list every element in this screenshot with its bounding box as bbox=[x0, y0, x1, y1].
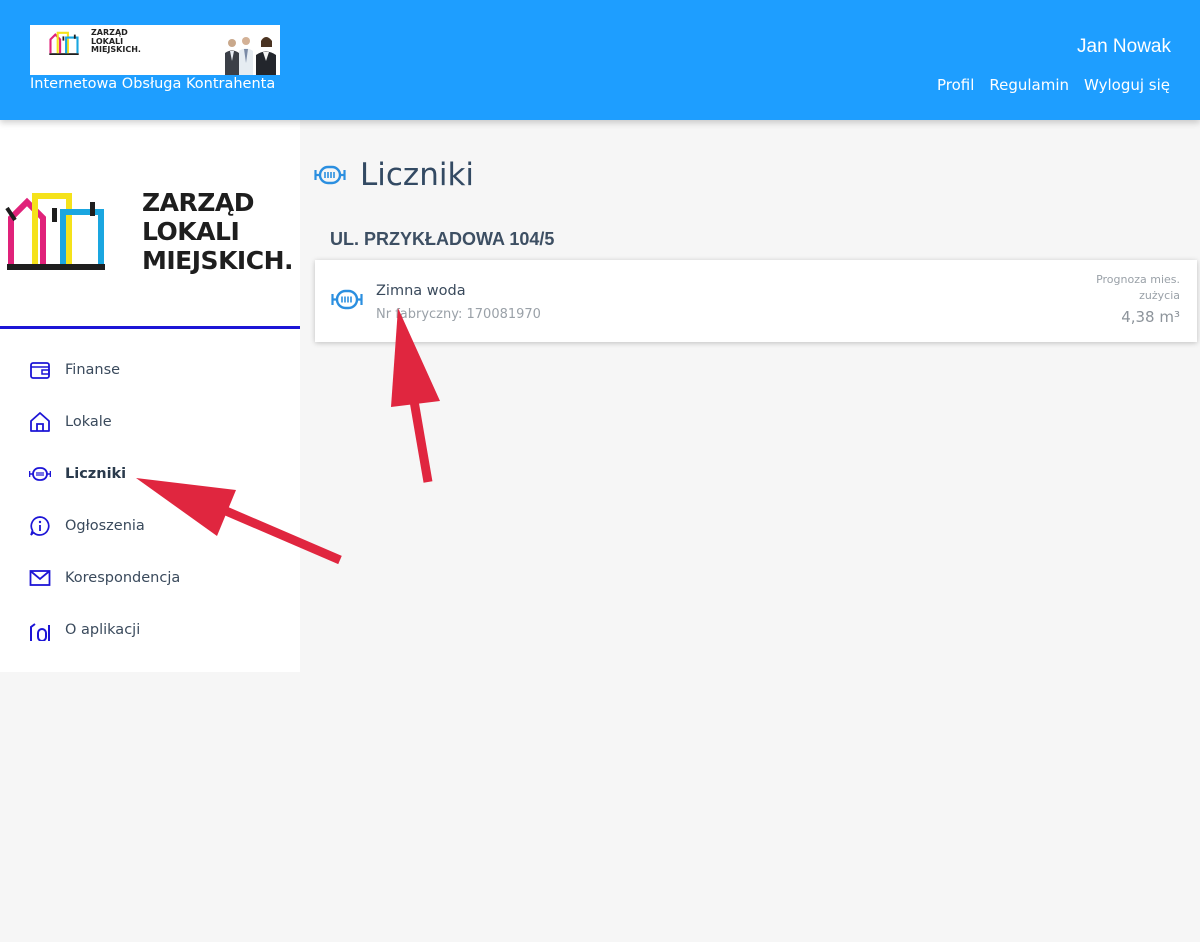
business-people-image bbox=[225, 37, 276, 75]
banner-brand-text: ZARZĄD LOKALI MIEJSKICH. bbox=[91, 28, 141, 54]
sidebar-divider bbox=[0, 326, 300, 329]
page-title: Liczniki bbox=[360, 157, 475, 193]
page-header: Liczniki bbox=[314, 155, 474, 195]
sidebar-item-finanse[interactable]: Finanse bbox=[28, 358, 120, 382]
envelope-icon bbox=[28, 566, 52, 590]
wallet-icon bbox=[28, 358, 52, 382]
sidebar-brand-text: ZARZĄD LOKALI MIEJSKICH. bbox=[142, 188, 294, 275]
user-name: Jan Nowak bbox=[1077, 36, 1171, 57]
zlm-logo-large-icon bbox=[5, 193, 105, 270]
meter-name: Zimna woda bbox=[376, 283, 466, 299]
meter-serial-number: Nr fabryczny: 170081970 bbox=[376, 307, 541, 322]
meter-icon bbox=[314, 165, 346, 185]
nav-profile-link[interactable]: Profil bbox=[937, 76, 974, 94]
sidebar-item-ogloszenia[interactable]: Ogłoszenia bbox=[28, 514, 145, 538]
address-heading: UL. PRZYKŁADOWA 104/5 bbox=[330, 229, 555, 249]
sidebar-item-label: Korespondencja bbox=[65, 570, 181, 586]
sidebar-item-label: Liczniki bbox=[65, 466, 127, 482]
sidebar-item-label: Finanse bbox=[65, 362, 121, 378]
header-banner[interactable]: ZARZĄD LOKALI MIEJSKICH. bbox=[30, 25, 280, 75]
app-subtitle: Internetowa Obsługa Kontrahenta bbox=[30, 76, 276, 92]
sidebar-item-label: Ogłoszenia bbox=[65, 518, 145, 534]
meter-icon bbox=[331, 289, 363, 310]
sidebar-item-label: Lokale bbox=[65, 414, 112, 430]
sidebar-item-o-aplikacji[interactable]: O aplikacji bbox=[28, 618, 140, 642]
sidebar-item-lokale[interactable]: Lokale bbox=[28, 410, 112, 434]
meter-icon bbox=[28, 462, 52, 486]
sidebar-item-korespondencja[interactable]: Korespondencja bbox=[28, 566, 180, 590]
sidebar-item-label: O aplikacji bbox=[65, 622, 141, 638]
forecast-label: Prognoza mies. zużycia bbox=[1096, 273, 1180, 302]
sidebar-item-liczniki[interactable]: Liczniki bbox=[28, 462, 126, 486]
meter-card[interactable]: Zimna woda Nr fabryczny: 170081970 Progn… bbox=[315, 260, 1197, 342]
zlm-logo-icon bbox=[49, 31, 79, 55]
forecast-value: 4,38 m³ bbox=[1121, 308, 1180, 326]
nav-terms-link[interactable]: Regulamin bbox=[989, 76, 1069, 94]
top-nav: Profil Regulamin Wyloguj się bbox=[937, 76, 1170, 94]
sidebar: ZARZĄD LOKALI MIEJSKICH. Finanse Lokale … bbox=[0, 120, 300, 672]
nav-logout-link[interactable]: Wyloguj się bbox=[1084, 76, 1170, 94]
home-icon bbox=[28, 410, 52, 434]
info-icon bbox=[28, 514, 52, 538]
app-info-icon bbox=[28, 618, 52, 642]
top-header: ZARZĄD LOKALI MIEJSKICH. Internetowa Obs… bbox=[0, 0, 1200, 120]
